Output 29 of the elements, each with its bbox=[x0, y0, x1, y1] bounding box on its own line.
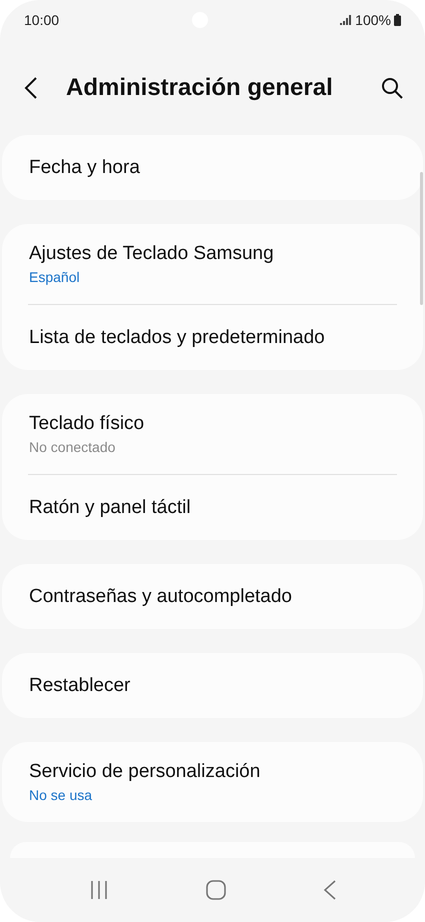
page-title: Administración general bbox=[66, 72, 334, 102]
settings-item[interactable]: Contraseñas y autocompletado bbox=[2, 564, 423, 629]
search-icon[interactable] bbox=[381, 76, 403, 98]
battery-percentage: 100% bbox=[355, 10, 391, 30]
item-title: Servicio de personalización bbox=[29, 760, 262, 784]
battery-icon bbox=[394, 14, 401, 26]
item-title: Restablecer bbox=[29, 674, 132, 698]
settings-item[interactable]: Ajustes de Teclado Samsung Español bbox=[2, 224, 423, 304]
scrollbar[interactable] bbox=[420, 172, 423, 305]
item-title: Lista de teclados y predeterminado bbox=[29, 326, 326, 350]
signal-icon bbox=[340, 15, 352, 25]
recent-apps-icon[interactable] bbox=[88, 880, 108, 900]
home-icon[interactable] bbox=[206, 880, 226, 900]
item-subtitle: No conectado bbox=[29, 438, 116, 457]
item-title: Teclado físico bbox=[29, 412, 146, 436]
settings-item[interactable]: Ratón y panel táctil bbox=[2, 475, 423, 540]
settings-item[interactable]: Lista de teclados y predeterminado bbox=[2, 305, 423, 370]
settings-item[interactable]: Restablecer bbox=[2, 653, 423, 718]
settings-item[interactable]: Teclado físico No conectado bbox=[2, 394, 423, 474]
settings-item[interactable]: Fecha y hora bbox=[2, 135, 423, 200]
settings-item[interactable]: Servicio de personalización No se usa bbox=[2, 742, 423, 822]
item-title: Fecha y hora bbox=[29, 156, 141, 180]
item-title: Contraseñas y autocompletado bbox=[29, 584, 293, 608]
status-time: 10:00 bbox=[24, 10, 60, 30]
item-subtitle: No se usa bbox=[29, 786, 94, 805]
item-title: Ajustes de Teclado Samsung bbox=[29, 242, 275, 266]
item-title: Ratón y panel táctil bbox=[29, 496, 192, 520]
item-subtitle: Español bbox=[29, 268, 81, 287]
back-icon[interactable] bbox=[24, 76, 38, 98]
